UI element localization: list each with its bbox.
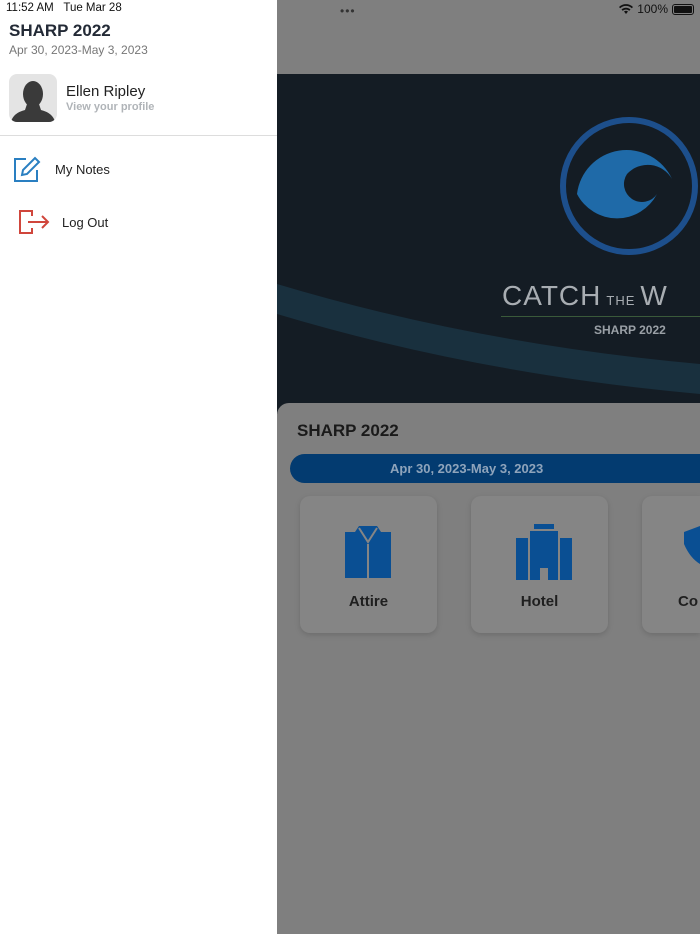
event-banner: CATCH THE W SHARP 2022 <box>277 74 700 414</box>
event-card: SHARP 2022 Apr 30, 2023-May 3, 2023 Atti… <box>277 403 700 934</box>
multitasking-dots[interactable]: ••• <box>340 4 356 18</box>
drawer-event-dates: Apr 30, 2023-May 3, 2023 <box>9 43 148 57</box>
view-profile-link[interactable]: View your profile <box>66 101 154 113</box>
tile-label: Attire <box>348 593 389 610</box>
menu-item-label: My Notes <box>55 161 110 177</box>
event-dates-pill: Apr 30, 2023-May 3, 2023 <box>290 454 700 483</box>
shirt-icon <box>345 526 391 578</box>
banner-divider <box>501 316 700 317</box>
status-time: 11:52 AM Tue Mar 28 <box>6 2 122 14</box>
tile-co[interactable]: Co <box>642 496 700 633</box>
event-title: SHARP 2022 <box>297 421 399 440</box>
tile-hotel[interactable]: Hotel <box>471 496 608 633</box>
divider <box>0 135 277 136</box>
menu-item-label: Log Out <box>62 214 109 230</box>
tile-label: Co <box>678 593 698 610</box>
tile-label: Hotel <box>520 593 559 610</box>
drawer-event-title: SHARP 2022 <box>9 21 111 40</box>
side-drawer: 11:52 AM Tue Mar 28 SHARP 2022 Apr 30, 2… <box>0 0 277 934</box>
hotel-icon <box>516 524 572 580</box>
tile-attire[interactable]: Attire <box>300 496 437 633</box>
edit-icon <box>14 156 41 182</box>
menu-item-my-notes[interactable]: My Notes <box>0 147 277 191</box>
avatar[interactable] <box>9 74 57 122</box>
logout-icon <box>19 210 50 234</box>
banner-subtitle: SHARP 2022 <box>594 323 666 337</box>
menu-item-log-out[interactable]: Log Out <box>0 200 277 244</box>
battery-icon <box>672 3 694 15</box>
banner-title: CATCH THE W <box>502 280 668 311</box>
shield-icon <box>684 526 700 564</box>
wifi-icon <box>619 3 634 14</box>
user-name[interactable]: Ellen Ripley <box>66 83 145 100</box>
wave-logo <box>277 117 700 394</box>
battery-percent: 100% <box>637 2 668 16</box>
status-indicators: 100% <box>619 2 694 16</box>
person-silhouette-icon <box>11 81 55 122</box>
